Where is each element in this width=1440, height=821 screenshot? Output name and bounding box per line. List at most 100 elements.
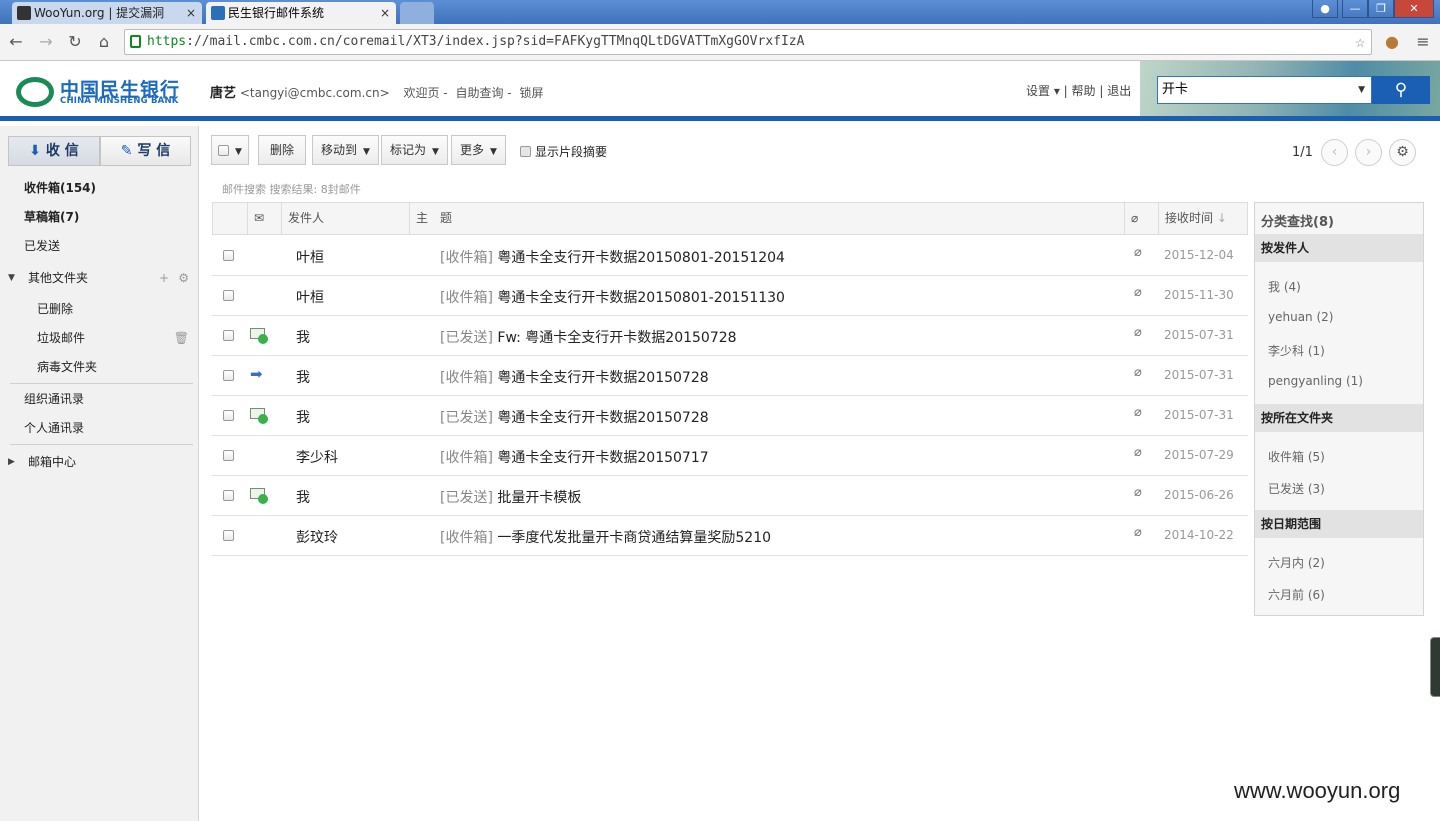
move-to-button[interactable]: 移动到 ▼: [312, 135, 379, 165]
sidebar-item-deleted[interactable]: 已删除: [0, 297, 199, 321]
next-page-button[interactable]: ›: [1355, 139, 1382, 166]
lock-screen-link[interactable]: 锁屏: [519, 86, 543, 100]
row-checkbox[interactable]: [223, 410, 234, 421]
sidebar-item-mailbox-center[interactable]: ▶ 邮箱中心: [0, 450, 199, 474]
logout-link[interactable]: 退出: [1107, 84, 1131, 98]
col-sender[interactable]: 发件人: [281, 203, 409, 234]
row-checkbox[interactable]: [223, 250, 234, 261]
welcome-link[interactable]: 欢迎页: [403, 86, 439, 100]
add-folder-icon[interactable]: +: [159, 266, 169, 290]
sidebar-item-personal-contacts[interactable]: 个人通讯录: [0, 416, 199, 440]
sidebar-item-drafts[interactable]: 草稿箱(7): [0, 205, 199, 229]
list-settings-button[interactable]: ⚙: [1389, 139, 1416, 166]
self-service-link[interactable]: 自助查询: [455, 86, 503, 100]
filter-sender-item[interactable]: 李少科 (1): [1268, 342, 1325, 359]
mail-subject-text: 一季度代发批量开卡商贷通结算量奖励5210: [497, 530, 772, 546]
forward-arrow-icon[interactable]: →: [36, 32, 56, 51]
summary-checkbox[interactable]: [520, 146, 531, 157]
select-all-checkbox[interactable]: [218, 145, 229, 156]
sidebar-item-virus[interactable]: 病毒文件夹: [0, 355, 199, 379]
new-tab-button[interactable]: [400, 2, 434, 24]
table-row[interactable]: 叶桓 [收件箱] 粤通卡全支行开卡数据20150801-20151204 ⌀ 2015…: [212, 236, 1248, 276]
mail-date: 2015-07-29: [1164, 448, 1234, 462]
sidebar-item-label: 个人通讯录: [24, 421, 85, 435]
back-arrow-icon[interactable]: ←: [6, 32, 26, 51]
close-window-button[interactable]: ✕: [1394, 0, 1434, 18]
restore-button[interactable]: ❐: [1368, 0, 1394, 18]
triangle-down-icon[interactable]: ▼: [8, 266, 15, 290]
sidebar-item-sent[interactable]: 已发送: [0, 234, 199, 258]
select-all-dropdown[interactable]: ▼: [211, 135, 249, 165]
chevron-down-icon[interactable]: ▼: [1358, 77, 1365, 103]
mail-subject[interactable]: [已发送] Fw: 粤通卡全支行开卡数据20150728: [440, 327, 737, 347]
filter-folder-item[interactable]: 收件箱 (5): [1268, 448, 1325, 465]
filter-date-item[interactable]: 六月内 (2): [1268, 554, 1325, 571]
browser-tab-wooyun[interactable]: WooYun.org | 提交漏洞 ×: [12, 2, 202, 24]
table-row[interactable]: 我 [已发送] 批量开卡模板 ⌀ 2015-06-26: [212, 476, 1248, 516]
mail-subject[interactable]: [收件箱] 粤通卡全支行开卡数据20150801-20151130: [440, 287, 785, 307]
mail-subject[interactable]: [收件箱] 一季度代发批量开卡商贷通结算量奖励5210: [440, 527, 771, 547]
delete-button[interactable]: 删除: [258, 135, 306, 165]
settings-link[interactable]: 设置: [1026, 84, 1050, 98]
row-checkbox[interactable]: [223, 530, 234, 541]
row-checkbox[interactable]: [223, 370, 234, 381]
minimize-button[interactable]: —: [1342, 0, 1368, 18]
sent-mail-icon: [250, 328, 268, 344]
close-tab-icon[interactable]: ×: [380, 2, 390, 24]
receive-mail-button[interactable]: ⬇ 收 信: [8, 136, 100, 166]
filter-sender-item[interactable]: yehuan (2): [1268, 310, 1333, 324]
table-row[interactable]: 彭玟玲 [收件箱] 一季度代发批量开卡商贷通结算量奖励5210 ⌀ 2014-10-2…: [212, 516, 1248, 556]
col-subject[interactable]: 主 题: [409, 203, 1124, 234]
search-button[interactable]: ⚲: [1372, 76, 1430, 104]
search-value: 开卡: [1162, 82, 1189, 97]
show-summary-toggle[interactable]: 显示片段摘要: [520, 143, 607, 160]
side-panel-handle[interactable]: [1430, 637, 1440, 697]
compose-button[interactable]: ✎ 写 信: [100, 136, 191, 166]
sidebar-item-org-contacts[interactable]: 组织通讯录: [0, 387, 199, 411]
help-link[interactable]: 帮助: [1072, 84, 1096, 98]
trash-icon[interactable]: 🗑: [174, 326, 189, 350]
filter-date-item[interactable]: 六月前 (6): [1268, 586, 1325, 603]
mail-subject[interactable]: [已发送] 粤通卡全支行开卡数据20150728: [440, 407, 709, 427]
prev-page-button[interactable]: ‹: [1321, 139, 1348, 166]
user-profile-icon[interactable]: ●: [1312, 0, 1338, 18]
col-time[interactable]: 接收时间 ↓: [1158, 203, 1247, 234]
table-row[interactable]: 我 [已发送] Fw: 粤通卡全支行开卡数据20150728 ⌀ 2015-07-31: [212, 316, 1248, 356]
filter-sender-item[interactable]: 我 (4): [1268, 278, 1301, 295]
mail-subject[interactable]: [收件箱] 粤通卡全支行开卡数据20150801-20151204: [440, 247, 785, 267]
mail-subject[interactable]: [已发送] 批量开卡模板: [440, 487, 581, 507]
mail-subject[interactable]: [收件箱] 粤通卡全支行开卡数据20150717: [440, 447, 709, 467]
table-row[interactable]: 我 [已发送] 粤通卡全支行开卡数据20150728 ⌀ 2015-07-31: [212, 396, 1248, 436]
mail-subject[interactable]: [收件箱] 粤通卡全支行开卡数据20150728: [440, 367, 709, 387]
menu-icon[interactable]: ≡: [1413, 32, 1433, 51]
row-checkbox[interactable]: [223, 330, 234, 341]
close-tab-icon[interactable]: ×: [186, 2, 196, 24]
triangle-right-icon[interactable]: ▶: [8, 450, 15, 474]
mail-search-input[interactable]: 开卡 ▼: [1157, 76, 1372, 104]
home-icon[interactable]: ⌂: [94, 32, 114, 51]
sidebar-item-other-folders[interactable]: ▼ 其他文件夹 + ⚙: [0, 266, 199, 290]
attachment-icon: ⌀: [1134, 285, 1142, 300]
table-row[interactable]: ➡ 我 [收件箱] 粤通卡全支行开卡数据20150728 ⌀ 2015-07-31: [212, 356, 1248, 396]
sidebar-item-inbox[interactable]: 收件箱(154): [0, 176, 199, 200]
tab-title: 民生银行邮件系统: [228, 6, 325, 20]
reload-icon[interactable]: ↻: [65, 32, 85, 51]
table-row[interactable]: 李少科 [收件箱] 粤通卡全支行开卡数据20150717 ⌀ 2015-07-29: [212, 436, 1248, 476]
table-row[interactable]: 叶桓 [收件箱] 粤通卡全支行开卡数据20150801-20151130 ⌀ 2015…: [212, 276, 1248, 316]
url-field[interactable]: https://mail.cmbc.com.cn/coremail/XT3/in…: [124, 29, 1372, 55]
filter-sender-item[interactable]: pengyanling (1): [1268, 374, 1363, 388]
filter-folder-item[interactable]: 已发送 (3): [1268, 480, 1325, 497]
mark-as-button[interactable]: 标记为 ▼: [381, 135, 448, 165]
sidebar-item-spam[interactable]: 垃圾邮件 🗑: [0, 326, 199, 350]
row-checkbox[interactable]: [223, 450, 234, 461]
divider: [10, 383, 193, 384]
more-button[interactable]: 更多 ▼: [451, 135, 506, 165]
cookie-extension-icon[interactable]: ●: [1382, 32, 1402, 51]
bookmark-star-icon[interactable]: ☆: [1355, 30, 1365, 54]
row-checkbox[interactable]: [223, 490, 234, 501]
row-checkbox[interactable]: [223, 290, 234, 301]
browser-tab-cmbc-mail[interactable]: 民生银行邮件系统 ×: [206, 2, 396, 24]
mail-sender: 我: [296, 490, 310, 506]
gear-icon[interactable]: ⚙: [178, 266, 189, 290]
receive-label: 收 信: [45, 143, 79, 159]
